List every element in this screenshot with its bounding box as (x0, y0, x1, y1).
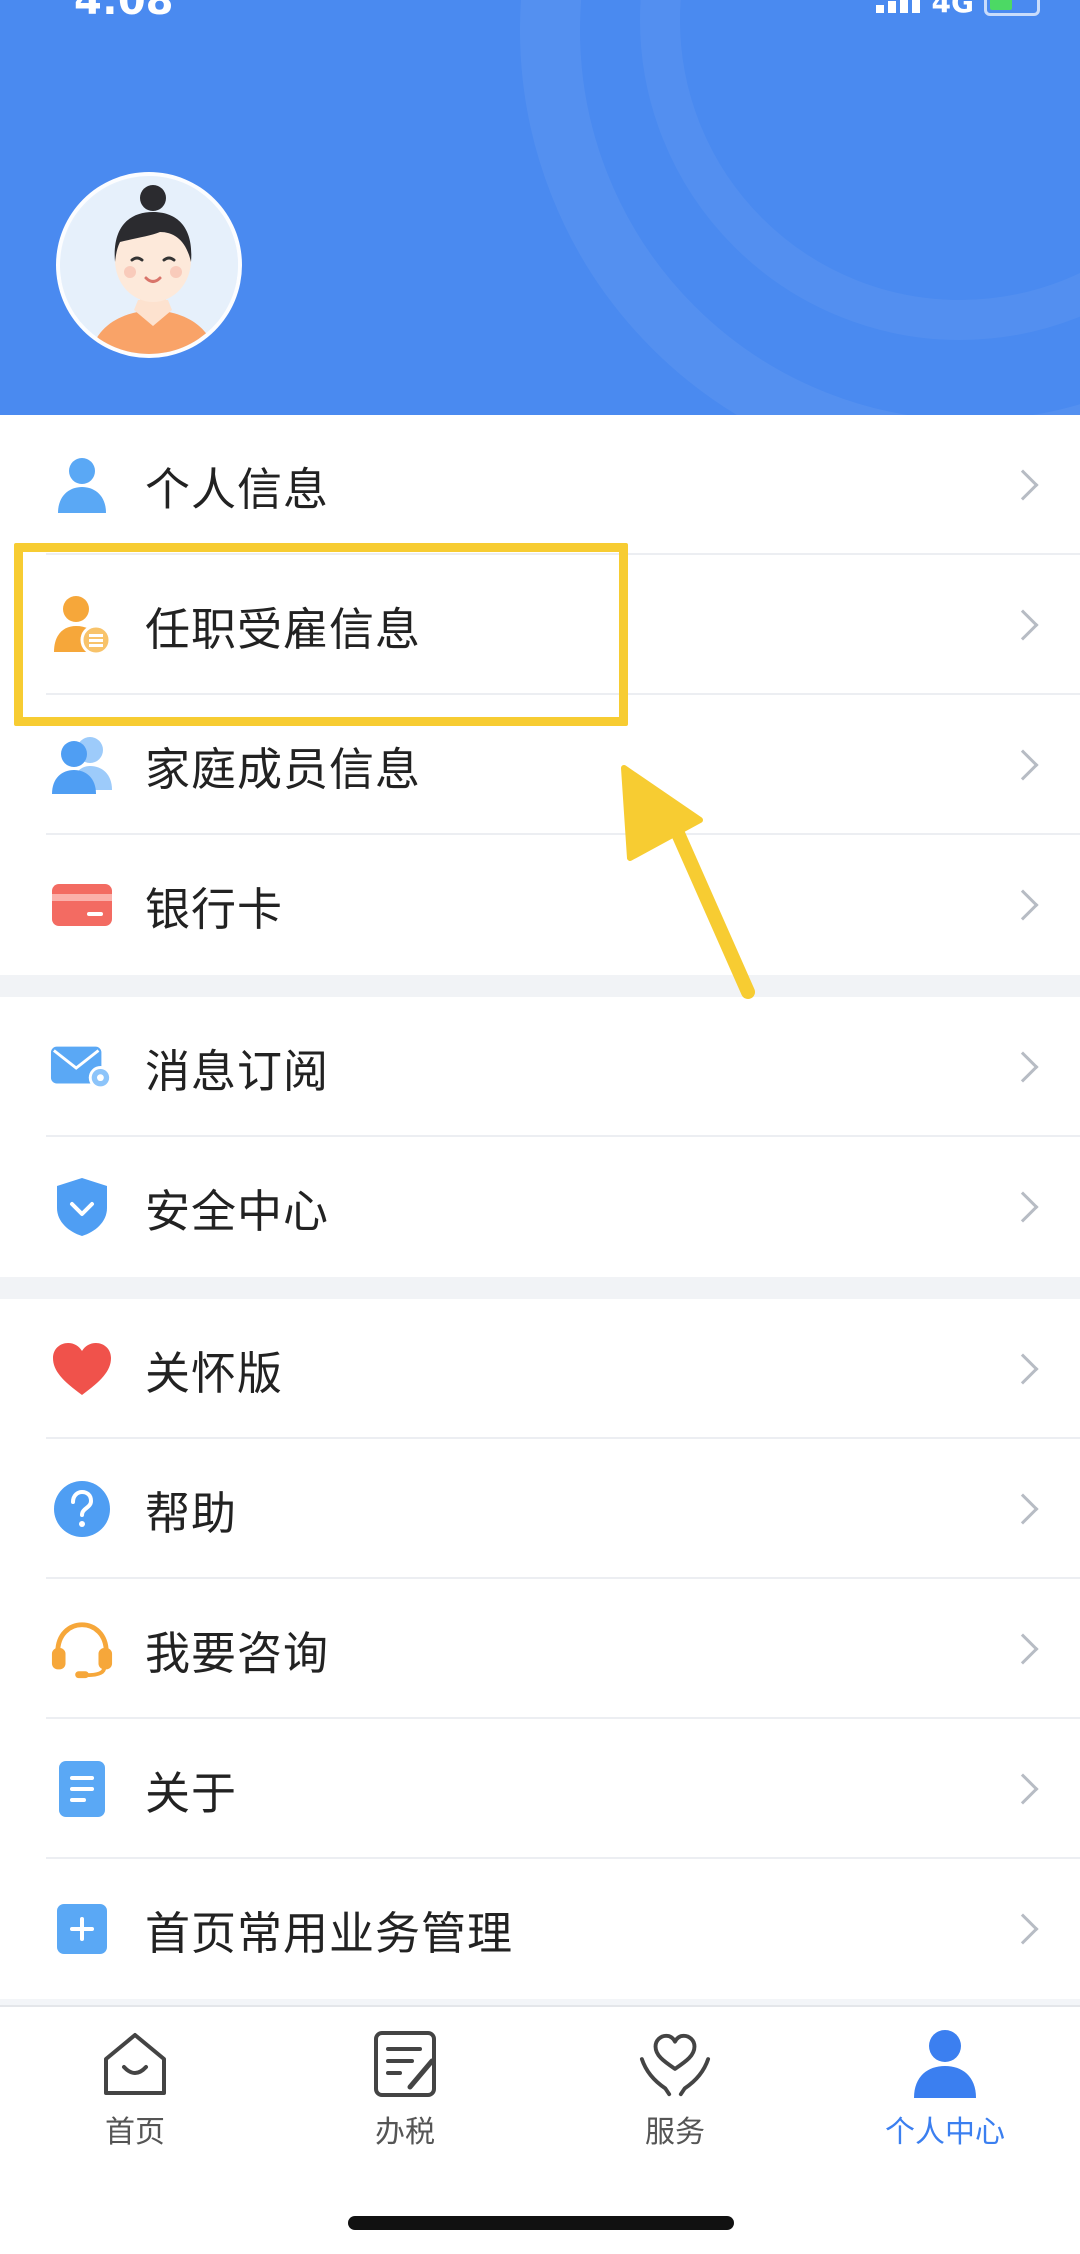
document-icon (50, 1757, 114, 1821)
status-time: 4:08 (74, 0, 174, 24)
avatar[interactable] (56, 172, 242, 358)
section-gap (0, 975, 1080, 997)
menu-item-security-center[interactable]: 安全中心 (0, 1137, 1080, 1277)
chevron-right-icon (1007, 1913, 1039, 1945)
menu-item-label: 家庭成员信息 (145, 742, 422, 796)
menu-item-label: 安全中心 (145, 1184, 330, 1238)
menu-group-support: 关怀版 帮助 我要咨询 关于 首页常用业务管理 (0, 1299, 1080, 1999)
menu-item-label: 银行卡 (145, 882, 284, 936)
home-icon (98, 2027, 172, 2101)
chevron-right-icon (1007, 1353, 1039, 1385)
menu-item-label: 消息订阅 (145, 1044, 330, 1098)
tab-label: 个人中心 (885, 2115, 1005, 2150)
service-heart-icon (638, 2027, 712, 2101)
menu-group-personal: 个人信息 任职受雇信息 家庭成员信息 银行卡 (0, 415, 1080, 975)
menu-item-label: 任职受雇信息 (145, 602, 422, 656)
tab-tax[interactable]: 办税 (305, 2027, 505, 2157)
menu-item-label: 帮助 (145, 1486, 238, 1540)
menu-item-about[interactable]: 关于 (0, 1719, 1080, 1859)
menu-list: 个人信息 任职受雇信息 家庭成员信息 银行卡 消息订阅 安全中心 关怀版 帮助 … (0, 415, 1080, 1999)
menu-item-label: 关于 (145, 1766, 238, 1820)
tab-home[interactable]: 首页 (35, 2027, 235, 2157)
heart-icon (50, 1337, 114, 1401)
tab-label: 办税 (375, 2115, 435, 2150)
menu-item-label: 首页常用业务管理 (145, 1906, 514, 1960)
battery-icon (984, 0, 1040, 16)
menu-item-care-version[interactable]: 关怀版 (0, 1299, 1080, 1439)
menu-group-account: 消息订阅 安全中心 (0, 997, 1080, 1277)
menu-item-label: 关怀版 (145, 1346, 284, 1400)
chevron-right-icon (1007, 749, 1039, 781)
chevron-right-icon (1007, 1191, 1039, 1223)
chevron-right-icon (1007, 1773, 1039, 1805)
person-icon (50, 453, 114, 517)
tab-services[interactable]: 服务 (575, 2027, 775, 2157)
menu-item-bank-card[interactable]: 银行卡 (0, 835, 1080, 975)
menu-item-label: 个人信息 (145, 462, 330, 516)
menu-item-personal-info[interactable]: 个人信息 (0, 415, 1080, 555)
menu-item-help[interactable]: 帮助 (0, 1439, 1080, 1579)
tax-form-icon (368, 2027, 442, 2101)
add-square-icon (50, 1897, 114, 1961)
chevron-right-icon (1007, 889, 1039, 921)
tab-personal-center[interactable]: 个人中心 (845, 2027, 1045, 2157)
menu-item-employment-info[interactable]: 任职受雇信息 (0, 555, 1080, 695)
tab-label: 首页 (105, 2115, 165, 2150)
menu-item-label: 我要咨询 (145, 1626, 330, 1680)
network-type: 4G (931, 0, 974, 19)
profile-header: 4:08 4G (0, 0, 1080, 415)
home-indicator (348, 2216, 734, 2230)
status-bar: 4:08 4G (0, 0, 1080, 24)
shield-icon (50, 1175, 114, 1239)
chevron-right-icon (1007, 1633, 1039, 1665)
mail-settings-icon (50, 1035, 114, 1099)
employment-icon (50, 593, 114, 657)
chevron-right-icon (1007, 1493, 1039, 1525)
family-icon (50, 733, 114, 797)
chevron-right-icon (1007, 609, 1039, 641)
user-center-icon (908, 2027, 982, 2101)
bank-card-icon (50, 873, 114, 937)
menu-item-homepage-business-management[interactable]: 首页常用业务管理 (0, 1859, 1080, 1999)
section-gap (0, 1277, 1080, 1299)
menu-item-family-info[interactable]: 家庭成员信息 (0, 695, 1080, 835)
chevron-right-icon (1007, 1051, 1039, 1083)
tab-label: 服务 (645, 2115, 705, 2150)
menu-item-message-subscription[interactable]: 消息订阅 (0, 997, 1080, 1137)
help-icon (50, 1477, 114, 1541)
signal-icon (875, 0, 922, 13)
headset-icon (50, 1617, 114, 1681)
menu-item-consult[interactable]: 我要咨询 (0, 1579, 1080, 1719)
chevron-right-icon (1007, 469, 1039, 501)
